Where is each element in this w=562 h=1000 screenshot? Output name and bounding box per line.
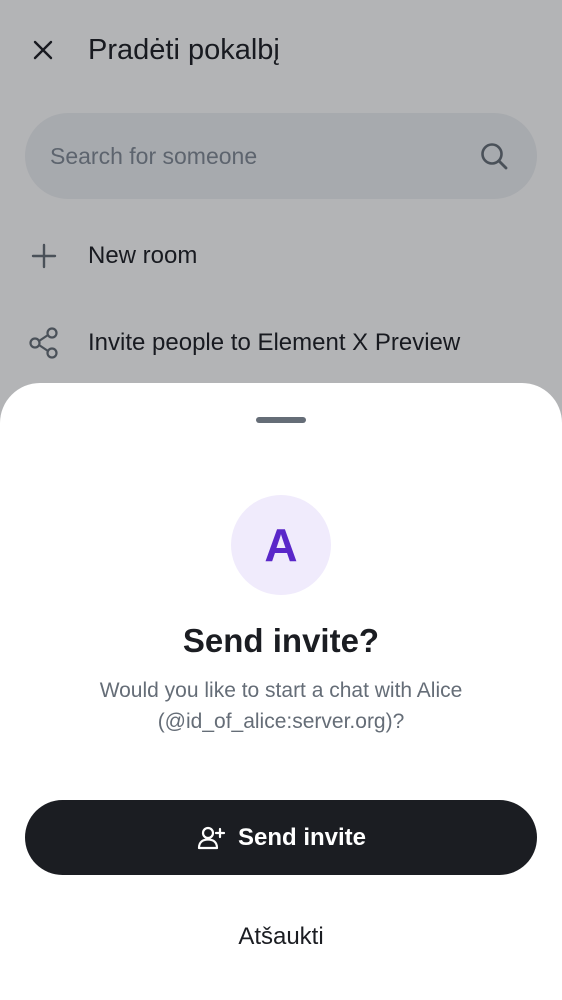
avatar: A [231,495,331,595]
cancel-button[interactable]: Atšaukti [181,903,381,971]
sheet-title: Send invite? [182,622,380,659]
send-invite-sheet: A Send invite? Would you like to start a… [0,383,562,1000]
send-invite-label: Send invite [237,823,367,851]
cancel-label: Atšaukti [238,923,324,950]
sheet-message: Would you like to start a chat with Alic… [99,679,463,733]
avatar-initial: A [264,519,298,571]
person-add-icon [196,823,226,853]
send-invite-button[interactable]: Send invite [25,800,537,875]
drag-handle[interactable] [256,417,306,423]
